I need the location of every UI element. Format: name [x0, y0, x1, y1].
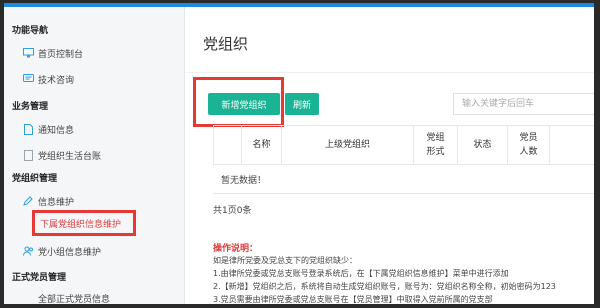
org-table: 名称 上级党组织 党组形式 状态 党员人数 暂无数据！: [213, 125, 594, 194]
instruction-line: 2.【新增】党组织之后，系统将自动生成党组织账号，账号为：党组织名称全称，初始密…: [213, 282, 556, 291]
section-title-org: 党组织管理: [12, 174, 58, 184]
sidebar-item-label: 信息维护: [38, 197, 75, 208]
instructions-title: 操作说明：: [213, 244, 259, 254]
monitor-icon: [22, 47, 34, 59]
select-column-header: [213, 126, 241, 164]
col-header-extra: [549, 126, 594, 164]
search-input[interactable]: [453, 93, 594, 115]
page-title: 党组织: [203, 35, 249, 53]
document-icon: [22, 123, 34, 135]
highlight-box-add-button: [193, 77, 284, 127]
sidebar-item-label: 党小组信息维护: [38, 247, 102, 258]
headset-icon: [22, 73, 34, 85]
highlight-box-sidebar: [32, 210, 136, 236]
table-header: 名称 上级党组织 党组形式 状态 党员人数: [213, 125, 594, 165]
ledger-icon: [22, 149, 34, 161]
table-body: 暂无数据！: [213, 165, 594, 194]
pagination-info: 共1页0条: [213, 206, 252, 216]
col-header-org-form[interactable]: 党组形式: [413, 126, 457, 164]
main-content: 党组织 新增党组织 刷新 名称 上级党组织 党组形式 状态 党员人数 暂无数据！…: [185, 7, 594, 304]
empty-data-text: 暂无数据！: [221, 176, 267, 186]
instruction-line: 1.由律所党委或党总支账号登录系统后，在【下属党组织信息维护】菜单中进行添加: [213, 269, 509, 278]
instruction-line: 如是律所党委及党总支下的党组织缺少：: [213, 256, 357, 265]
instruction-line: 3.党员需要由律所党委或党总支账号在【党员管理】中取得入党前所属的党支部: [213, 295, 493, 304]
sidebar-item-label: 技术咨询: [38, 75, 75, 86]
sidebar-item-label: 全部正式党员信息: [38, 294, 111, 305]
sidebar-item-ledger[interactable]: 党组织生活台账: [4, 145, 184, 165]
col-header-member-count[interactable]: 党员人数: [507, 126, 549, 164]
sidebar-item-party-group[interactable]: 党小组信息维护: [4, 241, 184, 261]
sidebar-item-tech-consult[interactable]: 技术咨询: [4, 69, 184, 89]
edit-icon: [22, 195, 34, 207]
divider: [185, 72, 594, 73]
section-title-business: 业务管理: [12, 102, 49, 112]
section-title-nav: 功能导航: [12, 26, 49, 36]
sidebar-item-label: 通知信息: [38, 125, 75, 136]
sidebar-item-dashboard[interactable]: 首页控制台: [4, 43, 184, 63]
col-header-status[interactable]: 状态: [457, 126, 507, 164]
sidebar-item-all-members[interactable]: 全部正式党员信息: [4, 288, 184, 305]
col-header-name[interactable]: 名称: [241, 126, 281, 164]
section-title-members: 正式党员管理: [12, 273, 67, 283]
refresh-button[interactable]: 刷新: [285, 93, 319, 115]
sidebar-item-info-maintain[interactable]: 信息维护: [4, 191, 184, 211]
sidebar: 功能导航 首页控制台 技术咨询 业务管理 通知信息 党组织生活台账 党组织管理 …: [4, 7, 185, 304]
sidebar-item-label: 党组织生活台账: [38, 151, 102, 162]
sidebar-item-notices[interactable]: 通知信息: [4, 119, 184, 139]
users-icon: [22, 245, 34, 257]
col-header-parent-org[interactable]: 上级党组织: [281, 126, 413, 164]
app-window: 功能导航 首页控制台 技术咨询 业务管理 通知信息 党组织生活台账 党组织管理 …: [4, 3, 594, 304]
sidebar-item-label: 首页控制台: [38, 49, 84, 60]
